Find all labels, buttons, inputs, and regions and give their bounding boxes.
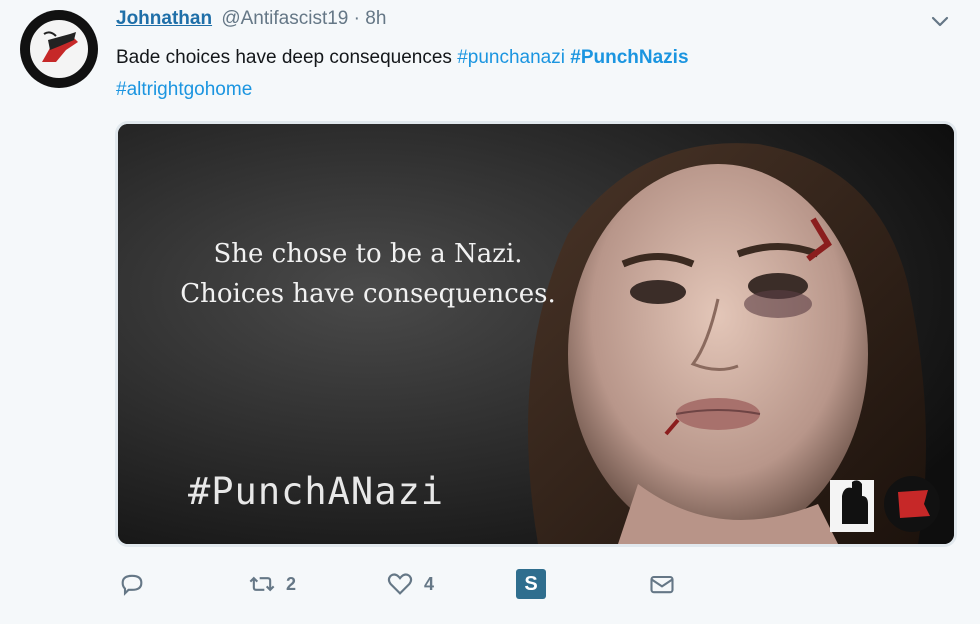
tweet-time[interactable]: 8h: [365, 8, 386, 29]
media-hashtag: #PunchANazi: [188, 470, 445, 513]
antifa-logo-icon: [21, 11, 97, 87]
media-caption: She chose to be a Nazi. Choices have con…: [118, 234, 618, 314]
tweet-header: Johnathan @Antifascist19 · 8h: [116, 8, 386, 30]
like-button[interactable]: 4: [386, 566, 434, 602]
envelope-icon: [650, 575, 674, 594]
direct-message-button[interactable]: [648, 566, 676, 602]
caption-line-2: Choices have consequences.: [180, 279, 556, 309]
tweet-media[interactable]: She chose to be a Nazi. Choices have con…: [118, 124, 954, 544]
hashtag-punchnazis[interactable]: #PunchNazis: [570, 47, 688, 68]
heart-icon: [387, 573, 413, 595]
author-name[interactable]: Johnathan: [116, 8, 212, 29]
reply-button[interactable]: [118, 566, 146, 602]
retweet-count: 2: [286, 573, 297, 594]
author-handle[interactable]: @Antifascist19: [221, 8, 348, 29]
retweet-button[interactable]: 2: [248, 566, 296, 602]
like-count: 4: [424, 573, 435, 594]
reply-icon: [121, 574, 143, 596]
tweet-actions: 2 4 S: [118, 566, 718, 606]
avatar[interactable]: [20, 10, 98, 88]
hashtag-altrightgohome[interactable]: #altrightgohome: [116, 79, 252, 100]
separator: ·: [353, 8, 360, 29]
tweet: Johnathan @Antifascist19 · 8h Bade choic…: [0, 0, 980, 624]
s-extension-button[interactable]: S: [516, 566, 546, 602]
caption-line-1: She chose to be a Nazi.: [213, 239, 523, 269]
chevron-down-icon[interactable]: [928, 10, 952, 34]
tweet-text: Bade choices have deep consequences #pun…: [116, 42, 936, 106]
tweet-text-plain: Bade choices have deep consequences: [116, 47, 458, 68]
hashtag-punchanazi[interactable]: #punchanazi: [457, 47, 565, 68]
retweet-icon: [249, 576, 275, 592]
s-extension-icon: S: [516, 569, 546, 599]
